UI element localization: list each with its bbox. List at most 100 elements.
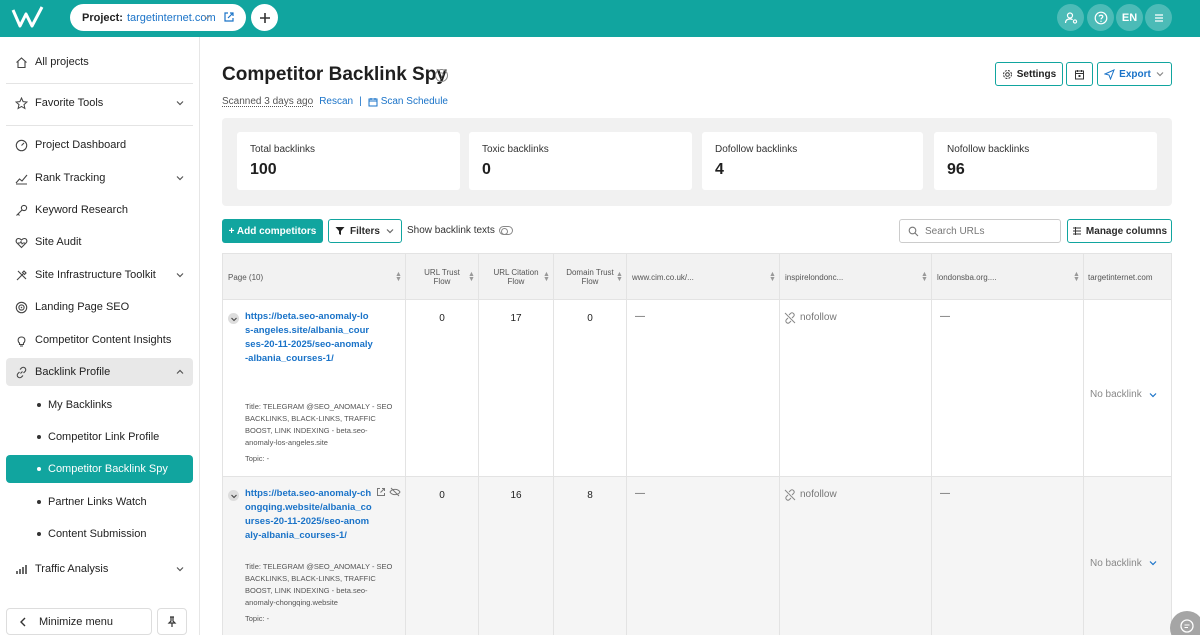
calendar-icon xyxy=(368,97,378,106)
competitor-3-cell: — xyxy=(932,300,1084,476)
sidebar-subitem-competitor-link-profile[interactable]: Competitor Link Profile xyxy=(6,423,193,451)
filter-icon xyxy=(335,227,345,235)
nofollow-label: nofollow xyxy=(800,489,837,500)
domain-trust-flow-cell: 0 xyxy=(554,300,627,476)
url-citation-flow-cell: 17 xyxy=(479,300,554,476)
export-button[interactable]: Export xyxy=(1097,62,1172,86)
menu-icon xyxy=(1154,13,1163,22)
sidebar-subitem-partner-links-watch[interactable]: Partner Links Watch xyxy=(6,488,193,516)
column-header-competitor-2[interactable]: inspirelondonc... ▲ ▼ xyxy=(780,254,932,300)
menu-button[interactable] xyxy=(1145,4,1172,31)
minimize-menu-label: Minimize menu xyxy=(39,615,113,628)
manage-columns-button[interactable]: Manage columns xyxy=(1067,219,1172,243)
external-link-icon[interactable] xyxy=(223,11,235,23)
no-backlink-label: No backlink xyxy=(1090,557,1142,569)
sidebar-item-all-projects[interactable]: All projects xyxy=(6,48,193,76)
sidebar-subitem-my-backlinks[interactable]: My Backlinks xyxy=(6,391,193,419)
logo-icon[interactable] xyxy=(11,4,47,32)
user-settings-button[interactable] xyxy=(1057,4,1084,31)
sidebar-subitem-content-submission[interactable]: Content Submission xyxy=(6,520,193,548)
chevron-down-icon xyxy=(386,229,394,234)
nofollow-label: nofollow xyxy=(800,312,837,323)
stat-label: Nofollow backlinks xyxy=(947,144,1030,155)
page-cell: https://beta.seo-anomaly-chongqing.websi… xyxy=(223,477,406,635)
heart-pulse-icon xyxy=(14,235,28,249)
column-header-url-trust-flow[interactable]: URL Trust Flow ▲ ▼ xyxy=(406,254,479,300)
own-domain-cell[interactable]: No backlink xyxy=(1084,477,1171,635)
backlink-texts-toggle[interactable] xyxy=(498,226,513,235)
sidebar-item-traffic-analysis[interactable]: Traffic Analysis xyxy=(6,555,193,583)
sidebar-item-backlink-profile[interactable]: Backlink Profile xyxy=(6,358,193,386)
sidebar-item-rank-tracking[interactable]: Rank Tracking xyxy=(6,164,193,192)
add-competitors-button[interactable]: + Add competitors xyxy=(222,219,323,243)
sidebar-item-landing-page-seo[interactable]: Landing Page SEO xyxy=(6,293,193,321)
sidebar-item-project-dashboard[interactable]: Project Dashboard xyxy=(6,131,193,159)
bullet xyxy=(37,500,41,504)
sort-icon: ▲ ▼ xyxy=(921,271,928,283)
trend-icon xyxy=(14,171,28,185)
chevron-down-icon xyxy=(176,567,184,572)
sidebar-item-favorite-tools[interactable]: Favorite Tools xyxy=(6,89,193,117)
stat-label: Toxic backlinks xyxy=(482,144,549,155)
sidebar-subitem-label: Partner Links Watch xyxy=(48,496,147,508)
bulb-icon xyxy=(14,333,28,347)
page-url-link[interactable]: https://beta.seo-anomaly-los-angeles.sit… xyxy=(245,310,373,366)
search-input[interactable]: Search URLs xyxy=(899,219,1061,243)
help-button[interactable] xyxy=(1087,4,1114,31)
sidebar-item-site-infrastructure-toolkit[interactable]: Site Infrastructure Toolkit xyxy=(6,261,193,289)
own-domain-cell[interactable]: No backlink xyxy=(1084,300,1171,476)
bullet xyxy=(37,403,41,407)
sidebar-item-label: Backlink Profile xyxy=(35,366,111,378)
chevron-down-icon xyxy=(203,15,211,20)
sidebar-item-keyword-research[interactable]: Keyword Research xyxy=(6,196,193,224)
page-url-link[interactable]: https://beta.seo-anomaly-chongqing.websi… xyxy=(245,487,373,543)
hide-icon[interactable] xyxy=(389,487,401,497)
sidebar-subitem-competitor-backlink-spy[interactable]: Competitor Backlink Spy xyxy=(6,455,193,483)
tools-icon xyxy=(14,268,28,282)
column-header-domain-trust-flow[interactable]: Domain Trust Flow ▲ ▼ xyxy=(554,254,627,300)
minimize-menu-button[interactable]: Minimize menu xyxy=(6,608,152,635)
sidebar-item-label: Project Dashboard xyxy=(35,139,127,151)
rescan-link[interactable]: Rescan xyxy=(319,96,353,107)
broken-link-icon xyxy=(784,312,796,324)
calendar-button[interactable] xyxy=(1066,62,1093,86)
stat-card-total: Total backlinks 100 xyxy=(237,132,460,190)
project-selector[interactable]: Project: targetinternet.com xyxy=(70,4,246,31)
competitor-1-cell: — xyxy=(627,300,780,476)
stat-value: 96 xyxy=(947,161,965,178)
column-header-competitor-1[interactable]: www.cim.co.uk/... ▲ ▼ xyxy=(627,254,780,300)
column-label: londonsba.org.... xyxy=(937,272,997,282)
filters-button[interactable]: Filters xyxy=(328,219,402,243)
bullet xyxy=(37,435,41,439)
column-header-url-citation-flow[interactable]: URL Citation Flow ▲ ▼ xyxy=(479,254,554,300)
external-link-icon[interactable] xyxy=(376,487,386,497)
column-header-competitor-3[interactable]: londonsba.org.... ▲ ▼ xyxy=(932,254,1084,300)
stat-value: 0 xyxy=(482,161,491,178)
page-title: Competitor Backlink Spy xyxy=(222,64,447,85)
column-header-own-domain[interactable]: targetinternet.com xyxy=(1084,254,1171,300)
divider xyxy=(6,125,193,126)
domain-trust-flow-cell: 8 xyxy=(554,477,627,635)
sidebar-subitem-label: My Backlinks xyxy=(48,399,113,411)
sidebar-item-label: Landing Page SEO xyxy=(35,301,130,313)
chat-widget-button[interactable] xyxy=(1170,611,1200,635)
scan-schedule-link[interactable]: Scan Schedule xyxy=(381,96,448,107)
sort-icon: ▲ ▼ xyxy=(769,271,776,283)
row-expand-button[interactable] xyxy=(228,490,239,501)
pin-button[interactable] xyxy=(157,608,187,635)
chevron-down-icon xyxy=(1149,392,1157,397)
language-button[interactable]: EN xyxy=(1116,4,1143,31)
sidebar-subitem-label: Competitor Backlink Spy xyxy=(48,463,168,475)
help-circle-icon[interactable]: ? xyxy=(435,69,448,82)
sidebar-item-label: Traffic Analysis xyxy=(35,563,109,575)
settings-button[interactable]: Settings xyxy=(995,62,1063,86)
calendar-icon xyxy=(1075,69,1084,79)
row-expand-button[interactable] xyxy=(228,313,239,324)
column-header-page[interactable]: Page (10) ▲ ▼ xyxy=(223,254,406,300)
chevron-down-icon xyxy=(176,101,184,106)
stat-card-dofollow: Dofollow backlinks 4 xyxy=(702,132,923,190)
sidebar-item-competitor-content-insights[interactable]: Competitor Content Insights xyxy=(6,326,193,354)
sidebar-item-site-audit[interactable]: Site Audit xyxy=(6,228,193,256)
main-content: Competitor Backlink Spy ? Scanned 3 days… xyxy=(201,37,1200,635)
add-button[interactable] xyxy=(251,4,278,31)
